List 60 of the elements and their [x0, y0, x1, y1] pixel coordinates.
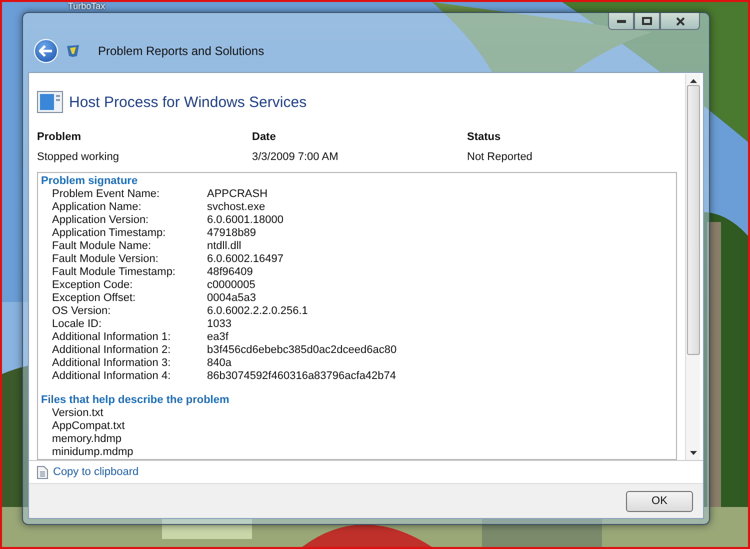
detail-label: Fault Module Name: [52, 240, 152, 253]
maximize-button[interactable] [634, 13, 660, 30]
copy-link[interactable]: Copy to clipboard [53, 466, 139, 478]
shield-icon [66, 44, 80, 58]
scrollbar-thumb[interactable] [686, 85, 700, 355]
detail-label: Problem Event Name: [52, 188, 161, 201]
scroll-down-icon [690, 451, 696, 455]
window-app-icon [37, 91, 63, 113]
detail-label: Locale ID: [52, 318, 103, 331]
detail-value: 6.0.6002.2.2.0.256.1 [207, 305, 309, 318]
detail-value: ea3f [207, 331, 230, 344]
clipboard-icon [37, 466, 48, 478]
detail-value: b3f456cd6ebebc385d0ac2dceed6ac80 [207, 344, 398, 357]
detail-label: Fault Module Timestamp: [52, 266, 176, 279]
detail-value: 0004a5a3 [207, 292, 257, 305]
summary-value: Stopped working [37, 151, 120, 163]
file-name: memory.hdmp [51, 433, 122, 446]
scroll-up-icon [690, 79, 696, 83]
maximize-icon [642, 17, 652, 25]
problem-heading: Host Process for Windows Services [69, 94, 307, 110]
detail-label: Additional Information 2: [52, 344, 172, 357]
detail-value: 48f96409 [207, 266, 254, 279]
column-header: Date [252, 131, 277, 143]
detail-value: 6.0.6001.18000 [207, 214, 284, 227]
summary-value: 3/3/2009 7:00 AM [252, 151, 340, 163]
detail-label: Fault Module Version: [52, 253, 160, 266]
file-name: minidump.mdmp [51, 446, 134, 459]
detail-label: Additional Information 3: [52, 357, 172, 370]
detail-value: c0000005 [207, 279, 256, 292]
detail-label: Exception Offset: [52, 292, 137, 305]
summary-value: Not Reported [467, 151, 534, 163]
close-button[interactable] [660, 13, 700, 30]
detail-label: Additional Information 4: [52, 370, 172, 383]
detail-value: svchost.exe [207, 201, 266, 214]
detail-value: 47918b89 [207, 227, 257, 240]
minimize-button[interactable] [608, 13, 634, 30]
detail-value: APPCRASH [207, 188, 269, 201]
detail-label: Exception Code: [52, 279, 134, 292]
detail-label: OS Version: [52, 305, 112, 318]
detail-label: Application Name: [52, 201, 142, 214]
ok-button[interactable]: OK [626, 490, 693, 512]
column-header: Status [467, 131, 502, 143]
file-name: AppCompat.txt [51, 420, 126, 433]
detail-value: 840a [207, 357, 232, 370]
detail-value: 86b3074592f460316a83796acfa42b74 [207, 370, 398, 383]
detail-label: Additional Information 1: [52, 331, 172, 344]
back-arrow-icon [39, 45, 53, 57]
window-title: Problem Reports and Solutions [98, 44, 264, 58]
scrollbar[interactable] [685, 74, 700, 460]
detail-label: Application Version: [52, 214, 150, 227]
detail-value: ntdll.dll [207, 240, 242, 253]
detail-label: Application Timestamp: [52, 227, 167, 240]
detail-value: 1033 [207, 318, 232, 331]
close-icon [676, 16, 684, 26]
minimize-icon [616, 20, 626, 22]
section-title: Problem signature [41, 175, 139, 188]
section-title: Files that help describe the problem [41, 394, 230, 407]
column-header: Problem [37, 131, 82, 143]
detail-value: 6.0.6002.16497 [207, 253, 284, 266]
file-name: Version.txt [51, 407, 104, 420]
